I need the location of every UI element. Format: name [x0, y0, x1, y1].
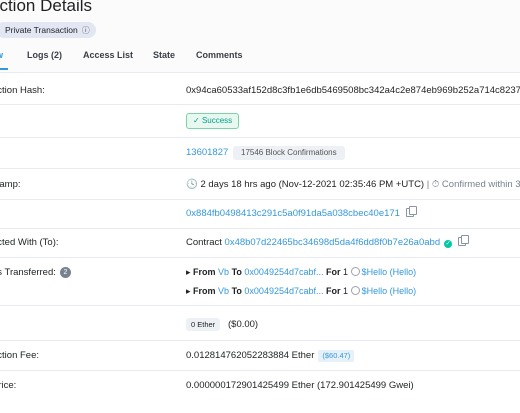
page-title: action Details: [0, 0, 93, 15]
token-from-link[interactable]: Vb: [218, 286, 229, 296]
block-number-link[interactable]: 13601827: [186, 147, 228, 158]
caret-right-icon: ▸: [186, 286, 194, 296]
status-badge: ✓ Success: [186, 113, 240, 129]
caret-right-icon: ▸: [186, 267, 194, 277]
private-transaction-badge[interactable]: Private Transaction ⓘ: [0, 22, 96, 38]
transaction-fee-value: 0.012814762052283884 Ether ($60.47): [186, 350, 355, 362]
divider: [0, 305, 520, 306]
token-transfer-item: ▸ From Vb To 0x0049254d7cabf... For 1 $H…: [186, 286, 416, 297]
interacted-with-label: acted With (To):: [0, 237, 59, 248]
gas-price-label: Price:: [0, 380, 17, 391]
ether-value-badge: 0 Ether: [186, 318, 221, 331]
to-keyword: To: [231, 267, 242, 277]
token-amount: 1: [343, 267, 349, 277]
token-logo-icon: [350, 267, 360, 276]
from-address-link[interactable]: 0x884fb0498413c291c5a0f91da5a038cbec40e1…: [186, 208, 400, 219]
divider: [0, 340, 520, 341]
token-transfer-count-badge: 2: [60, 267, 71, 278]
transaction-fee-text: 0.012814762052283884 Ether: [186, 350, 315, 361]
private-transaction-label: Private Transaction: [5, 25, 78, 35]
divider: [0, 228, 520, 229]
divider: [0, 137, 520, 138]
block-confirmations-badge: 17546 Block Confirmations: [233, 146, 345, 160]
tab-state[interactable]: State: [153, 50, 175, 60]
tab-access-list[interactable]: Access List: [83, 50, 133, 60]
token-name-link[interactable]: $Hello (Hello): [362, 286, 417, 296]
contract-address-link[interactable]: 0x48b07d22465bc34698d5da4f6dd8f0b7e26a0a…: [225, 237, 441, 248]
usd-value: ($0.00): [228, 319, 259, 330]
check-circle-icon: ✓: [193, 116, 202, 125]
from-keyword: From: [193, 267, 216, 277]
copy-icon[interactable]: [405, 206, 417, 217]
token-to-link[interactable]: 0x0049254d7cabf...: [244, 267, 323, 277]
info-icon[interactable]: ⓘ: [82, 23, 90, 39]
divider: [0, 168, 520, 169]
transaction-fee-label: action Fee:: [0, 350, 39, 361]
divider: [0, 104, 520, 105]
token-logo-icon: [350, 286, 360, 295]
contract-prefix: Contract: [186, 237, 222, 248]
verified-check-icon: ✓: [444, 240, 453, 248]
transaction-hash-value: 0x94ca60533af152d8c3fb1e6db5469508bc342a…: [186, 85, 520, 96]
timestamp-text: 2 days 18 hrs ago (Nov-12-2021 02:35:46 …: [200, 179, 425, 190]
for-keyword: For: [326, 267, 341, 277]
tokens-transferred-label: ns Transferred:: [0, 267, 56, 278]
transaction-hash-text: 0x94ca60533af152d8c3fb1e6db5469508bc342a…: [186, 85, 520, 96]
fee-usd-badge: ($60.47): [318, 350, 355, 362]
for-keyword: For: [326, 286, 341, 296]
from-value: 0x884fb0498413c291c5a0f91da5a038cbec40e1…: [186, 206, 417, 219]
confirmed-within-text: Confirmed within 30 se: [441, 179, 520, 190]
tab-bar: w Logs (2) Access List State Comments: [0, 50, 520, 70]
token-amount: 1: [343, 286, 349, 296]
token-name-link[interactable]: $Hello (Hello): [362, 267, 417, 277]
timestamp-value: 🕓 2 days 18 hrs ago (Nov-12-2021 02:35:4…: [186, 179, 520, 190]
tab-comments[interactable]: Comments: [196, 50, 243, 60]
stopwatch-icon: ⏱: [431, 179, 440, 190]
to-keyword: To: [231, 286, 242, 296]
token-from-link[interactable]: Vb: [218, 267, 229, 277]
clock-icon: 🕓: [186, 179, 201, 190]
token-to-link[interactable]: 0x0049254d7cabf...: [244, 286, 323, 296]
token-transfer-item: ▸ From Vb To 0x0049254d7cabf... For 1 $H…: [186, 267, 416, 278]
transaction-hash-label: action Hash:: [0, 85, 45, 96]
copy-icon[interactable]: [458, 235, 470, 246]
timestamp-label: stamp:: [0, 179, 21, 190]
divider: [0, 370, 520, 371]
divider: [0, 257, 520, 258]
gas-price-value: 0.000000172901425499 Ether (172.90142549…: [186, 380, 414, 391]
status-text: Success: [201, 116, 233, 125]
interacted-with-value: Contract 0x48b07d22465bc34698d5da4f6dd8f…: [186, 235, 470, 248]
from-keyword: From: [193, 286, 216, 296]
timestamp-separator: |: [426, 179, 430, 190]
divider: [0, 199, 520, 200]
tab-overview[interactable]: w: [0, 50, 3, 60]
active-tab-indicator: [0, 68, 8, 70]
tab-logs[interactable]: Logs (2): [27, 50, 62, 60]
